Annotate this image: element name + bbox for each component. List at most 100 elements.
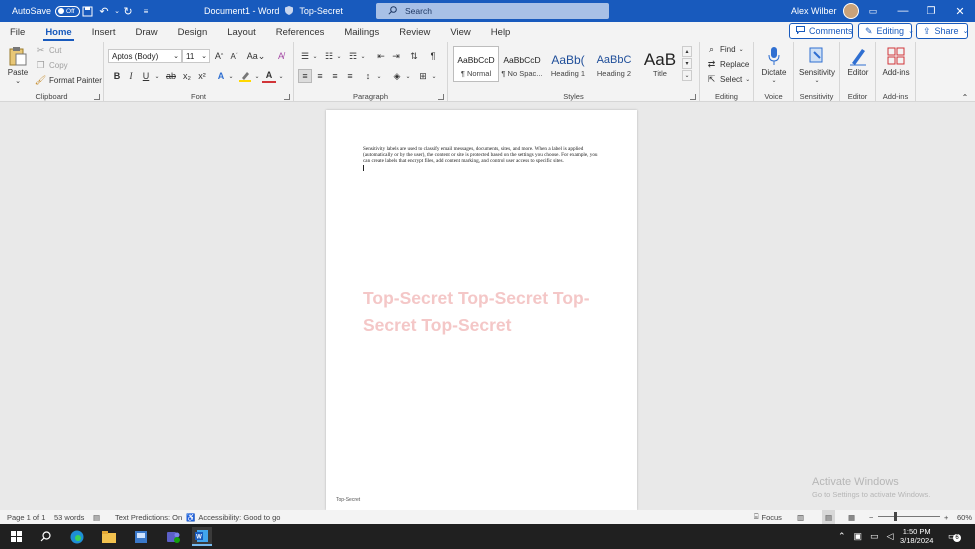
document-body-text[interactable]: Sensitivity labels are used to classify … [363, 146, 599, 165]
tab-view[interactable]: View [440, 22, 480, 42]
minimize-icon[interactable]: — [888, 0, 918, 22]
clear-formatting-icon[interactable]: A̸ [274, 49, 288, 63]
web-layout-icon[interactable]: ▦ [848, 510, 855, 524]
editor-button[interactable]: Editor [842, 44, 874, 77]
dictate-button[interactable]: Dictate ⌄ [758, 44, 790, 84]
font-size-select[interactable]: 11 ⌄ [182, 49, 210, 63]
styles-scroll-down-icon[interactable]: ▾ [682, 58, 692, 69]
autosave-toggle[interactable]: Off [55, 5, 81, 17]
underline-dropdown-icon[interactable]: ⌄ [150, 69, 164, 83]
comments-button[interactable]: Comments [789, 23, 853, 39]
align-right-icon[interactable]: ≡ [328, 69, 342, 83]
zoom-level[interactable]: 60% [957, 510, 972, 524]
sort-icon[interactable]: ⇅ [407, 49, 421, 63]
sensitivity-button[interactable]: Sensitivity ⌄ [796, 44, 838, 84]
multilevel-dropdown-icon[interactable]: ⌄ [356, 49, 370, 63]
change-case-icon[interactable]: Aa⌄ [246, 49, 266, 63]
file-explorer-icon[interactable] [99, 527, 119, 546]
font-color-dropdown-icon[interactable]: ⌄ [274, 69, 288, 83]
customize-toolbar-icon[interactable]: ≡ [139, 4, 153, 18]
align-left-icon[interactable]: ≡ [298, 69, 312, 83]
tab-home[interactable]: Home [35, 22, 81, 42]
style-heading-2[interactable]: AaBbC Heading 2 [591, 46, 637, 82]
print-layout-icon[interactable]: ▤ [822, 510, 836, 524]
accessibility-status[interactable]: ♿ Accessibility: Good to go [186, 510, 280, 524]
find-button[interactable]: ⌕ Find ⌄ [706, 44, 744, 55]
redo-icon[interactable]: ↻ [121, 4, 135, 18]
tab-file[interactable]: File [0, 22, 35, 42]
italic-icon[interactable]: I [124, 69, 138, 83]
network-icon[interactable]: ▭ [870, 531, 879, 542]
shrink-font-icon[interactable]: Aˇ [227, 49, 241, 63]
edge-browser-icon[interactable] [67, 527, 87, 546]
page-count[interactable]: Page 1 of 1 [7, 510, 45, 524]
style-heading-1[interactable]: AaBb( Heading 1 [545, 46, 591, 82]
superscript-icon[interactable]: x² [195, 69, 209, 83]
share-button[interactable]: ⇪ Share ⌄ [916, 23, 968, 39]
bold-icon[interactable]: B [110, 69, 124, 83]
editing-mode-button[interactable]: ✎ Editing ⌄ [858, 23, 914, 39]
word-app-icon[interactable]: W [192, 527, 212, 546]
font-launcher-icon[interactable] [284, 94, 290, 100]
meet-now-icon[interactable]: ▣ [854, 531, 863, 542]
restore-icon[interactable]: ❐ [916, 0, 946, 22]
tab-help[interactable]: Help [481, 22, 521, 42]
bullets-dropdown-icon[interactable]: ⌄ [308, 49, 322, 63]
search-icon[interactable] [35, 527, 55, 546]
close-icon[interactable]: ✕ [945, 0, 975, 22]
focus-button[interactable]: ⌸ Focus [754, 510, 782, 524]
zoom-out-icon[interactable]: − [869, 510, 873, 524]
subscript-icon[interactable]: x₂ [180, 69, 194, 83]
document-title-area[interactable]: Document1 - Word Top-Secret [204, 0, 343, 22]
tab-draw[interactable]: Draw [125, 22, 167, 42]
tab-references[interactable]: References [266, 22, 335, 42]
undo-icon[interactable]: ↶ [97, 4, 111, 18]
decrease-indent-icon[interactable]: ⇤ [374, 49, 388, 63]
volume-icon[interactable]: ◁ [887, 531, 894, 542]
app-shortcut-icon[interactable] [131, 527, 151, 546]
tab-insert[interactable]: Insert [82, 22, 126, 42]
read-mode-icon[interactable]: ▥ [797, 510, 804, 524]
style-normal[interactable]: AaBbCcD ¶ Normal [453, 46, 499, 82]
borders-dropdown-icon[interactable]: ⌄ [427, 69, 441, 83]
style-title[interactable]: AaB Title [637, 46, 683, 82]
account[interactable]: Alex Wilber [791, 0, 859, 22]
avatar[interactable] [842, 3, 859, 19]
justify-icon[interactable]: ≡ [343, 69, 357, 83]
addins-button[interactable]: Add-ins [878, 44, 914, 77]
text-predictions[interactable]: Text Predictions: On [115, 510, 182, 524]
replace-button[interactable]: ⇄ Replace [706, 59, 750, 70]
zoom-in-icon[interactable]: + [944, 510, 948, 524]
styles-launcher-icon[interactable] [690, 94, 696, 100]
search-box[interactable]: Search [376, 3, 609, 19]
increase-indent-icon[interactable]: ⇥ [389, 49, 403, 63]
format-painter-button[interactable]: 🖌 Format Painter [35, 75, 102, 86]
grow-font-icon[interactable]: A ^ [212, 49, 226, 63]
tab-layout[interactable]: Layout [217, 22, 266, 42]
clipboard-launcher-icon[interactable] [94, 94, 100, 100]
tab-mailings[interactable]: Mailings [334, 22, 389, 42]
notifications-button[interactable]: ▭6 [948, 524, 961, 549]
autosave[interactable]: AutoSave Off [12, 5, 81, 17]
select-button[interactable]: ⇱ Select ⌄ [706, 74, 751, 85]
line-spacing-dropdown-icon[interactable]: ⌄ [372, 69, 386, 83]
shading-dropdown-icon[interactable]: ⌄ [401, 69, 415, 83]
cut-button[interactable]: ✂ Cut [35, 45, 62, 56]
document-page[interactable]: Sensitivity labels are used to classify … [326, 110, 637, 510]
tab-design[interactable]: Design [168, 22, 218, 42]
style-no-spacing[interactable]: AaBbCcD ¶ No Spac... [499, 46, 545, 82]
show-hidden-icons-icon[interactable]: ⌃ [838, 531, 846, 542]
styles-more-icon[interactable]: ⌄ [682, 70, 692, 81]
text-effects-dropdown-icon[interactable]: ⌄ [224, 69, 238, 83]
paste-button[interactable]: Paste ⌄ [6, 44, 30, 85]
teams-icon[interactable] [163, 527, 183, 546]
styles-scroll-up-icon[interactable]: ▴ [682, 46, 692, 57]
strikethrough-icon[interactable]: ab [164, 69, 178, 83]
zoom-slider-thumb[interactable] [894, 512, 897, 521]
copy-button[interactable]: ❐ Copy [35, 60, 67, 71]
word-count[interactable]: 53 words [54, 510, 84, 524]
windows-start-icon[interactable] [6, 527, 26, 546]
tab-review[interactable]: Review [389, 22, 440, 42]
clock[interactable]: 1:50 PM 3/18/2024 [900, 527, 933, 545]
zoom-slider[interactable] [878, 516, 940, 517]
